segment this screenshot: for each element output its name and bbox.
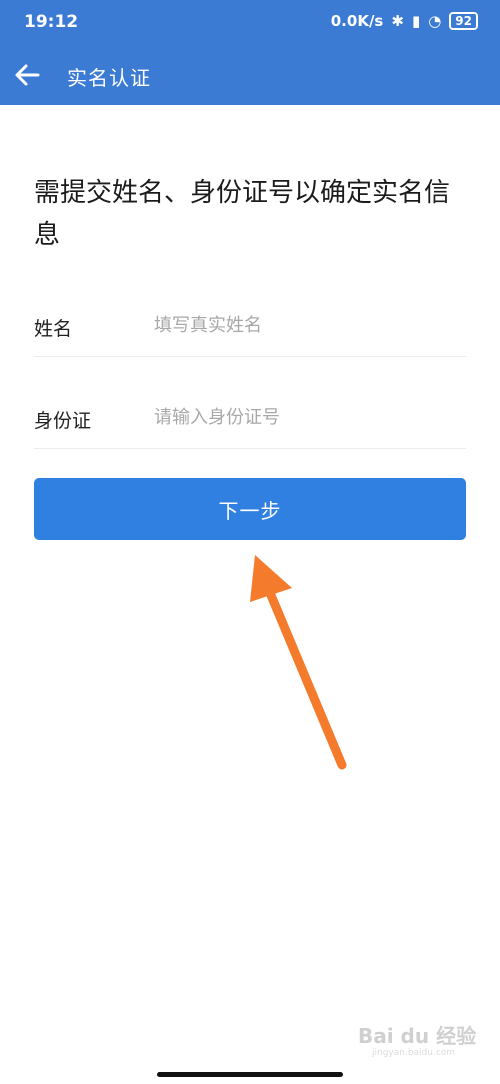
signal-icon: ▮: [411, 12, 421, 30]
name-label: 姓名: [34, 318, 73, 340]
bluetooth-icon: ✱: [391, 12, 404, 30]
id-label: 身份证: [34, 410, 92, 432]
page-title: 实名认证: [67, 66, 151, 90]
next-step-button[interactable]: 下一步: [34, 478, 466, 540]
app-bar: 19:12 0.0K/s ✱ ▮ ◔ 92 实名认证: [0, 0, 500, 105]
network-speed: 0.0K/s: [330, 12, 384, 30]
baidu-watermark: Bai du 经验: [358, 1024, 477, 1048]
status-bar: 19:12 0.0K/s ✱ ▮ ◔ 92: [0, 0, 500, 44]
instruction-heading: 需提交姓名、身份证号以确定实名信息: [34, 178, 451, 250]
name-field-row: 姓名: [34, 294, 466, 357]
id-number-input[interactable]: [152, 396, 456, 438]
status-time: 19:12: [24, 12, 79, 32]
battery-level: 92: [449, 12, 478, 30]
status-icons: 0.0K/s ✱ ▮ ◔ 92: [331, 12, 478, 30]
annotation-arrow-icon: [250, 555, 347, 770]
id-field-row: 身份证: [34, 386, 466, 449]
baidu-watermark-url: jingyan.baidu.com: [372, 1048, 456, 1058]
home-indicator[interactable]: [157, 1072, 343, 1077]
back-button[interactable]: [12, 60, 42, 90]
toolbar: 实名认证: [0, 48, 500, 104]
wifi-icon: ◔: [428, 12, 442, 30]
back-arrow-icon: [15, 64, 40, 86]
name-input[interactable]: [152, 304, 456, 346]
